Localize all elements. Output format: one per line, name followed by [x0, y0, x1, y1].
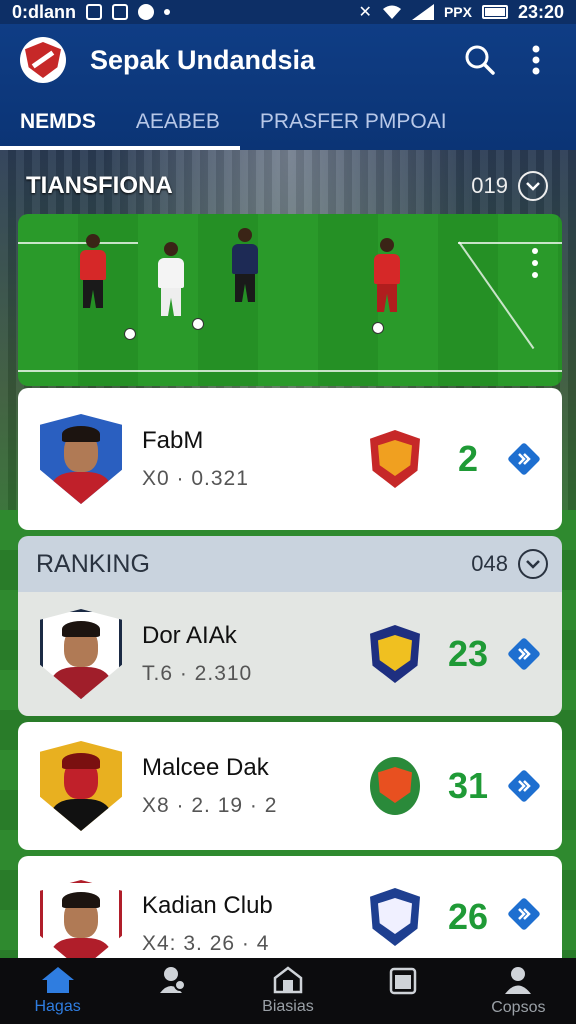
- player-score: 2: [457, 438, 479, 479]
- expand-ranking-button[interactable]: [518, 549, 548, 579]
- search-button[interactable]: [460, 40, 500, 80]
- tab-aeabeb[interactable]: AEABEB: [136, 110, 220, 150]
- highlights-count: 019: [471, 173, 508, 198]
- app-notification-icon: [112, 4, 129, 20]
- player-stat: X4: 3. 26 · 4: [142, 932, 270, 955]
- app-bar: Sepak Undandsia NEMDS AEABEB PRASFER PMP…: [0, 24, 576, 150]
- double-chevron-right-icon: [508, 638, 540, 670]
- network-label: PPX: [443, 4, 472, 20]
- nav-home[interactable]: Hagas: [8, 966, 108, 1016]
- tab-nemds[interactable]: NEMDS: [20, 110, 96, 150]
- chevron-down-icon: [526, 182, 540, 191]
- nav-players[interactable]: [123, 965, 223, 1017]
- player-figure: [232, 228, 258, 302]
- home-icon: [41, 967, 74, 993]
- player-name: FabM: [142, 427, 204, 454]
- player-card[interactable]: FabM X0 · 0.321 2: [18, 388, 562, 530]
- highlights-header: TIANSFIONA 019: [18, 160, 562, 212]
- player-score: 23: [447, 633, 489, 674]
- player-avatar: [40, 741, 122, 831]
- status-bar: 0:dlann ✕ PPX 23:20: [0, 0, 576, 24]
- app-title: Sepak Undandsia: [90, 44, 316, 75]
- ball-icon: [124, 328, 136, 340]
- wifi-icon: [382, 5, 401, 19]
- pitch-line: [458, 241, 535, 350]
- calendar-icon: [389, 967, 417, 995]
- ball-icon: [372, 322, 384, 334]
- player-avatar: [40, 609, 122, 699]
- nav-home-label: Hagas: [34, 998, 81, 1015]
- tab-prasfer[interactable]: PRASFER PMPOAI: [260, 110, 447, 150]
- player-figure: [374, 238, 400, 312]
- ranking-header: RANKING 048: [18, 536, 562, 592]
- nav-stadium[interactable]: Biasias: [238, 966, 338, 1016]
- double-chevron-right-icon: [508, 898, 540, 930]
- ball-icon: [192, 318, 204, 330]
- players-icon: [159, 967, 186, 993]
- bottom-navigation: Hagas Biasias Copsos: [0, 958, 576, 1024]
- sync-icon: [138, 4, 155, 20]
- player-avatar: [40, 880, 122, 970]
- club-badge-icon: [370, 757, 420, 815]
- open-player-button[interactable]: [506, 441, 542, 477]
- nav-stadium-label: Biasias: [262, 998, 314, 1015]
- club-badge-icon: [370, 888, 420, 946]
- more-vertical-icon: [532, 45, 540, 75]
- clock: 23:20: [517, 1, 564, 22]
- player-figure: [158, 242, 184, 316]
- double-chevron-right-icon: [508, 770, 540, 802]
- chevron-down-icon: [526, 560, 540, 569]
- stadium-icon: [273, 966, 303, 994]
- pitch-line: [458, 242, 562, 244]
- player-stat: X0 · 0.321: [142, 467, 249, 490]
- profile-icon: [505, 967, 532, 994]
- highlight-video-card[interactable]: [18, 214, 562, 386]
- player-stat: T.6 · 2.310: [142, 662, 253, 685]
- player-stat: X8 · 2. 19 · 2: [142, 794, 278, 817]
- double-chevron-right-icon: [508, 443, 540, 475]
- nav-profile-label: Copsos: [491, 999, 546, 1016]
- nav-calendar[interactable]: [353, 965, 453, 1017]
- battery-icon: [481, 5, 508, 19]
- more-options-button[interactable]: [516, 40, 556, 80]
- player-card[interactable]: Dor AIAk T.6 · 2.310 23: [18, 592, 562, 716]
- notification-icon: [86, 4, 103, 20]
- player-card[interactable]: Malcee Dak X8 · 2. 19 · 2 31: [18, 722, 562, 850]
- app-logo[interactable]: [20, 37, 66, 83]
- expand-highlights-button[interactable]: [518, 171, 548, 201]
- pitch-line: [18, 370, 562, 372]
- player-card[interactable]: Kadian Club X4: 3. 26 · 4 26: [18, 856, 562, 970]
- mute-icon: ✕: [358, 4, 372, 21]
- highlights-title: TIANSFIONA: [26, 172, 173, 199]
- active-tab-indicator: [0, 146, 240, 150]
- search-icon: [465, 45, 495, 75]
- player-name: Malcee Dak: [142, 754, 269, 781]
- video-options-button[interactable]: [532, 248, 538, 278]
- logo-shield-icon: [25, 42, 61, 78]
- ranking-count: 048: [471, 551, 508, 576]
- player-avatar: [40, 414, 122, 504]
- player-figure: [80, 234, 106, 308]
- dot-icon: [164, 9, 171, 15]
- club-badge-icon: [370, 625, 420, 683]
- player-name: Dor AIAk: [142, 622, 237, 649]
- pitch-line: [18, 242, 138, 244]
- open-player-button[interactable]: [506, 768, 542, 804]
- tab-bar: NEMDS AEABEB PRASFER PMPOAI: [0, 96, 576, 150]
- signal-icon: [411, 4, 434, 20]
- open-player-button[interactable]: [506, 636, 542, 672]
- nav-profile[interactable]: Copsos: [468, 965, 568, 1017]
- status-left-text: 0:dlann: [12, 1, 77, 22]
- club-badge-icon: [370, 430, 420, 488]
- player-score: 26: [447, 896, 489, 937]
- player-score: 31: [447, 765, 489, 806]
- ranking-title: RANKING: [36, 549, 150, 578]
- open-player-button[interactable]: [506, 896, 542, 932]
- player-name: Kadian Club: [142, 892, 273, 919]
